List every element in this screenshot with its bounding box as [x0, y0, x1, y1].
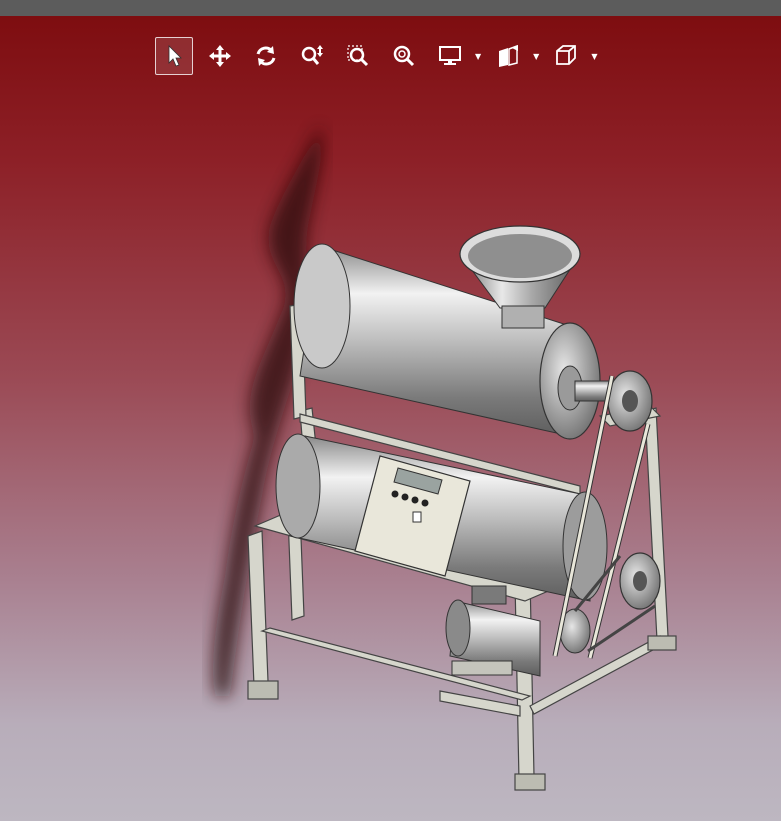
rotate-tool-button[interactable]: [247, 37, 285, 75]
window-title-bar: [0, 0, 781, 16]
chevron-down-icon[interactable]: ▼: [475, 52, 481, 61]
zoom-tool-button[interactable]: [293, 37, 331, 75]
zoom-window-tool-button[interactable]: [339, 37, 377, 75]
zoom-fit-icon: [393, 45, 415, 67]
view-toolbar: ▼ ▼ ▼: [155, 36, 597, 76]
zoom-window-icon: [347, 45, 369, 67]
zoom-fit-tool-button[interactable]: [385, 37, 423, 75]
view-orientation-dropdown[interactable]: ▼: [547, 37, 597, 75]
rotate-icon: [256, 46, 276, 66]
chevron-down-icon[interactable]: ▼: [533, 52, 539, 61]
view-orientation-button[interactable]: [547, 37, 585, 75]
chevron-down-icon[interactable]: ▼: [591, 52, 597, 61]
cursor-arrow-icon: [168, 45, 182, 67]
section-planes-icon: [499, 44, 519, 67]
pan-tool-button[interactable]: [201, 37, 239, 75]
display-mode-dropdown[interactable]: ▼: [431, 37, 481, 75]
section-button[interactable]: [489, 37, 527, 75]
section-dropdown[interactable]: ▼: [489, 37, 539, 75]
display-mode-button[interactable]: [431, 37, 469, 75]
3d-model-scene[interactable]: [0, 16, 781, 821]
move-arrows-icon: [209, 45, 231, 67]
3d-viewport[interactable]: ▼ ▼ ▼: [0, 16, 781, 821]
monitor-icon: [439, 46, 461, 65]
view-cube-icon: [556, 45, 577, 65]
select-tool-button[interactable]: [155, 37, 193, 75]
zoom-updown-icon: [301, 45, 323, 65]
